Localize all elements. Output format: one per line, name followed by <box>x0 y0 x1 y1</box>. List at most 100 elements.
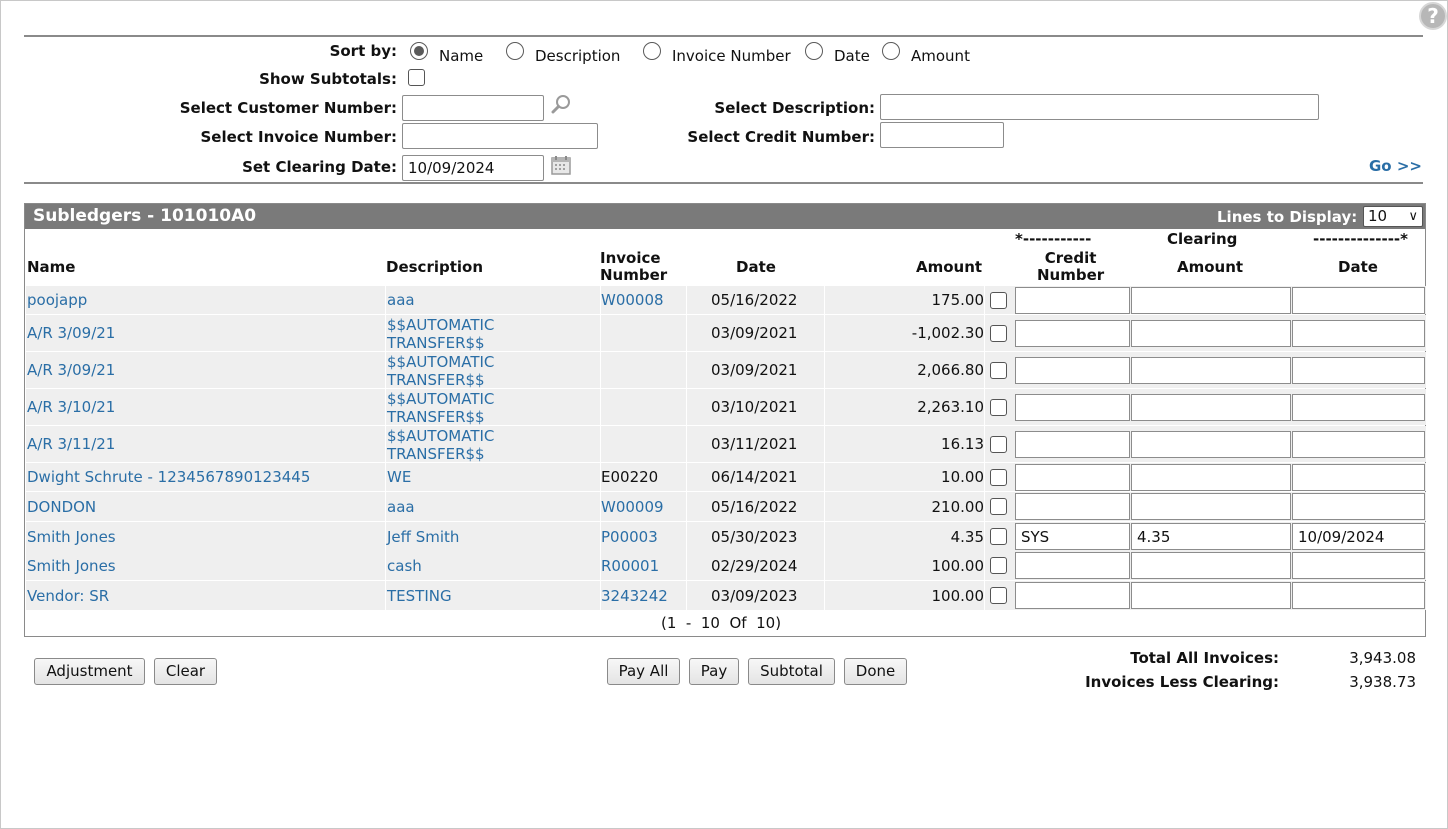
row-pay-checkbox[interactable] <box>990 399 1007 416</box>
row-invoice-number[interactable]: 3243242 <box>601 587 668 605</box>
sort-name-label: Name <box>439 47 484 65</box>
row-name-link[interactable]: DONDON <box>27 498 96 516</box>
row-name-link[interactable]: Smith Jones <box>27 528 116 546</box>
row-clearing-amount-input[interactable] <box>1131 464 1291 491</box>
row-clearing-date-input[interactable] <box>1292 493 1425 520</box>
row-clearing-amount-input[interactable] <box>1131 552 1291 579</box>
row-clearing-date-input[interactable] <box>1292 523 1425 550</box>
row-invoice-number[interactable]: R00001 <box>601 557 659 575</box>
clearing-date-input[interactable] <box>402 155 544 181</box>
row-description-link[interactable]: $$AUTOMATIC TRANSFER$$ <box>387 316 494 352</box>
calendar-icon[interactable] <box>550 154 572 176</box>
row-pay-checkbox[interactable] <box>990 292 1007 309</box>
invoice-number-input[interactable] <box>402 123 598 149</box>
row-description-link[interactable]: aaa <box>387 498 415 516</box>
row-clearing-date-input[interactable] <box>1292 552 1425 579</box>
column-separator <box>984 551 985 580</box>
sort-name-radio[interactable] <box>410 42 428 60</box>
row-clearing-amount-input[interactable] <box>1131 320 1291 347</box>
row-pay-checkbox[interactable] <box>990 325 1007 342</box>
show-subtotals-checkbox[interactable] <box>408 69 425 86</box>
sort-invoice-number-radio[interactable] <box>643 42 661 60</box>
row-invoice-number[interactable]: W00008 <box>601 291 664 309</box>
row-clearing-amount-input[interactable] <box>1131 287 1291 314</box>
row-invoice-number[interactable]: P00003 <box>601 528 658 546</box>
row-pay-checkbox[interactable] <box>990 498 1007 515</box>
row-credit-number-input[interactable] <box>1015 320 1130 347</box>
column-separator <box>686 522 687 551</box>
help-icon[interactable]: ? <box>1419 2 1447 30</box>
sort-date-radio[interactable] <box>805 42 823 60</box>
subtotal-button[interactable]: Subtotal <box>748 658 835 685</box>
column-separator <box>984 463 985 491</box>
row-description-link[interactable]: $$AUTOMATIC TRANSFER$$ <box>387 390 494 426</box>
row-name-link[interactable]: A/R 3/09/21 <box>27 324 115 342</box>
row-name-link[interactable]: Vendor: SR <box>27 587 109 605</box>
row-pay-checkbox[interactable] <box>990 362 1007 379</box>
row-clearing-date-input[interactable] <box>1292 464 1425 491</box>
description-filter-input[interactable] <box>880 94 1319 120</box>
column-separator <box>600 389 601 425</box>
row-invoice-number[interactable]: W00009 <box>601 498 664 516</box>
go-link[interactable]: Go >> <box>1369 157 1422 175</box>
row-clearing-amount-input[interactable] <box>1131 582 1291 609</box>
row-date: 03/09/2021 <box>711 361 798 379</box>
row-pay-checkbox[interactable] <box>990 469 1007 486</box>
row-pay-checkbox[interactable] <box>990 436 1007 453</box>
row-pay-checkbox[interactable] <box>990 528 1007 545</box>
row-credit-number-input[interactable] <box>1015 431 1130 458</box>
row-credit-number-input[interactable] <box>1015 523 1130 550</box>
description-line-2: TRANSFER$$ <box>387 445 485 463</box>
row-date: 03/09/2023 <box>711 587 798 605</box>
row-credit-number-input[interactable] <box>1015 394 1130 421</box>
row-name-link[interactable]: A/R 3/10/21 <box>27 398 115 416</box>
row-clearing-amount-input[interactable] <box>1131 431 1291 458</box>
row-name-link[interactable]: Smith Jones <box>27 557 116 575</box>
pay-button[interactable]: Pay <box>689 658 739 685</box>
customer-number-input[interactable] <box>402 95 544 121</box>
row-description-link[interactable]: TESTING <box>387 587 452 605</box>
row-clearing-date-input[interactable] <box>1292 582 1425 609</box>
row-name-link[interactable]: A/R 3/09/21 <box>27 361 115 379</box>
row-clearing-date-input[interactable] <box>1292 287 1425 314</box>
row-credit-number-input[interactable] <box>1015 552 1130 579</box>
pay-all-button[interactable]: Pay All <box>607 658 680 685</box>
col-invoice-number: Invoice Number <box>600 249 668 284</box>
sort-amount-radio[interactable] <box>882 42 900 60</box>
row-clearing-amount-input[interactable] <box>1131 493 1291 520</box>
table-row: poojapp aaa W00008 05/16/2022 175.00 <box>26 286 1426 314</box>
column-separator <box>984 389 985 425</box>
row-description-link[interactable]: $$AUTOMATIC TRANSFER$$ <box>387 427 494 463</box>
row-description-link[interactable]: WE <box>387 468 411 486</box>
column-separator <box>686 352 687 388</box>
row-credit-number-input[interactable] <box>1015 357 1130 384</box>
row-clearing-date-input[interactable] <box>1292 431 1425 458</box>
done-button[interactable]: Done <box>844 658 907 685</box>
search-icon[interactable] <box>551 93 573 115</box>
row-clearing-amount-input[interactable] <box>1131 394 1291 421</box>
row-clearing-amount-input[interactable] <box>1131 357 1291 384</box>
sort-description-radio[interactable] <box>506 42 524 60</box>
row-description-link[interactable]: aaa <box>387 291 415 309</box>
row-pay-checkbox[interactable] <box>990 557 1007 574</box>
credit-number-input[interactable] <box>880 122 1004 148</box>
row-credit-number-input[interactable] <box>1015 582 1130 609</box>
row-credit-number-input[interactable] <box>1015 464 1130 491</box>
column-separator <box>824 581 825 610</box>
row-name-link[interactable]: Dwight Schrute - 1234567890123445 <box>27 468 310 486</box>
row-clearing-date-input[interactable] <box>1292 394 1425 421</box>
row-clearing-date-input[interactable] <box>1292 320 1425 347</box>
clear-button[interactable]: Clear <box>154 658 217 685</box>
row-credit-number-input[interactable] <box>1015 287 1130 314</box>
row-credit-number-input[interactable] <box>1015 493 1130 520</box>
row-name-link[interactable]: A/R 3/11/21 <box>27 435 115 453</box>
lines-to-display-select[interactable]: 10 ∨ <box>1363 206 1423 227</box>
row-pay-checkbox[interactable] <box>990 587 1007 604</box>
row-description-link[interactable]: cash <box>387 557 422 575</box>
row-name-link[interactable]: poojapp <box>27 291 87 309</box>
row-clearing-amount-input[interactable] <box>1131 523 1291 550</box>
adjustment-button[interactable]: Adjustment <box>34 658 145 685</box>
row-description-link[interactable]: Jeff Smith <box>387 528 459 546</box>
row-description-link[interactable]: $$AUTOMATIC TRANSFER$$ <box>387 353 494 389</box>
row-clearing-date-input[interactable] <box>1292 357 1425 384</box>
